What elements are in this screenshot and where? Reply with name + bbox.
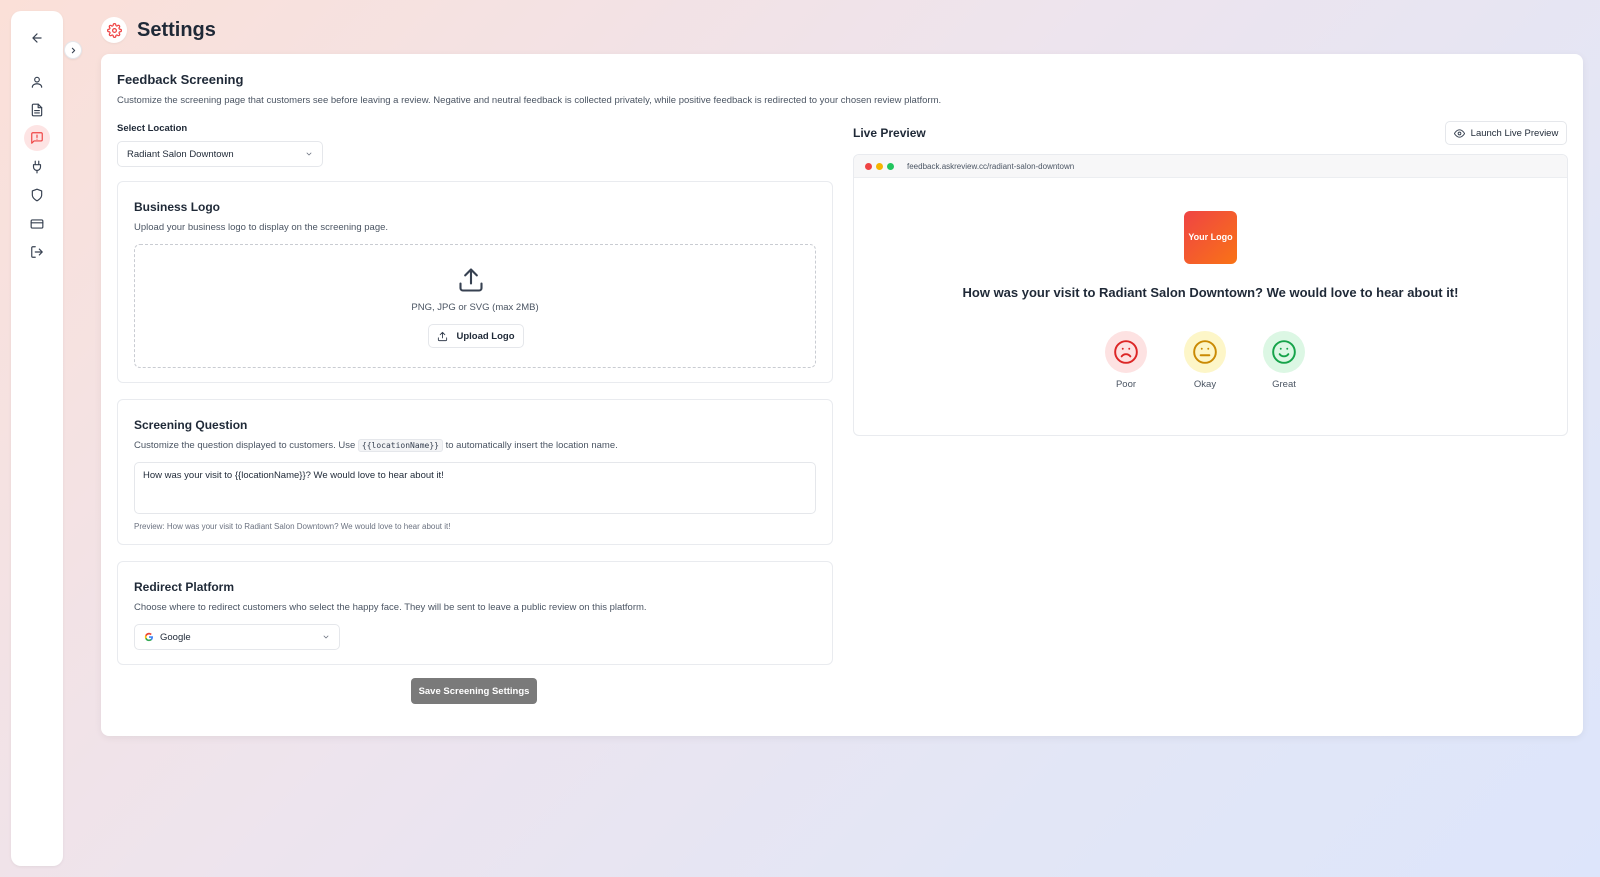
launch-live-preview-label: Launch Live Preview: [1470, 127, 1559, 139]
expand-sidebar-button[interactable]: [64, 41, 82, 59]
location-label: Select Location: [117, 123, 188, 134]
logout-icon: [31, 246, 43, 258]
save-screening-settings-button[interactable]: Save Screening Settings: [411, 678, 537, 704]
sidebar-item-feedback[interactable]: [24, 125, 50, 151]
frown-face-icon: [1114, 340, 1138, 364]
location-name-token: {{locationName}}: [357, 439, 443, 452]
great-label: Great: [1272, 379, 1296, 390]
redirect-platform-panel: Redirect Platform Choose where to redire…: [117, 561, 833, 665]
window-maximize-dot: [887, 162, 894, 170]
business-logo-description: Upload your business logo to display on …: [134, 222, 389, 233]
preview-question: How was your visit to Radiant Salon Down…: [962, 285, 1459, 300]
upload-logo-button[interactable]: Upload Logo: [428, 324, 524, 348]
document-icon: [31, 103, 43, 117]
sidebar-item-profile[interactable]: [24, 69, 50, 95]
poor-option[interactable]: [1105, 331, 1147, 373]
location-select-value: Radiant Salon Downtown: [127, 148, 234, 160]
page-header: Settings: [101, 16, 216, 44]
description-suffix: to automatically insert the location nam…: [445, 440, 618, 451]
great-option[interactable]: [1263, 331, 1305, 373]
credit-card-icon: [30, 219, 44, 229]
platform-select-value: Google: [160, 631, 191, 643]
shield-icon: [31, 188, 43, 202]
sidebar-item-billing[interactable]: [24, 211, 50, 237]
screening-question-panel: Screening Question Customize the questio…: [117, 399, 833, 545]
smile-face-icon: [1272, 340, 1296, 364]
location-select[interactable]: Radiant Salon Downtown: [117, 141, 323, 167]
logo-formats-text: PNG, JPG or SVG (max 2MB): [411, 302, 539, 313]
okay-label: Okay: [1193, 379, 1217, 390]
redirect-platform-title: Redirect Platform: [134, 580, 235, 594]
sidebar-item-logout[interactable]: [24, 239, 50, 265]
redirect-platform-description: Choose where to redirect customers who s…: [134, 602, 647, 613]
neutral-face-icon: [1193, 340, 1217, 364]
sidebar-item-documents[interactable]: [24, 97, 50, 123]
plug-icon: [32, 160, 42, 174]
window-close-dot: [865, 162, 872, 170]
upload-logo-label: Upload Logo: [456, 330, 515, 342]
header-icon: [101, 17, 127, 43]
window-minimize-dot: [876, 162, 883, 170]
message-alert-icon: [31, 132, 43, 144]
back-button[interactable]: [24, 25, 50, 51]
chevron-down-icon: [323, 635, 329, 639]
gear-icon: [106, 22, 122, 38]
arrow-left-icon: [32, 33, 42, 43]
screening-question-input[interactable]: [134, 462, 816, 514]
screening-question-description: Customize the question displayed to cust…: [134, 439, 618, 452]
screening-settings-card: Feedback Screening Customize the screeni…: [101, 54, 1583, 736]
sidebar-item-integrations[interactable]: [24, 154, 50, 180]
preview-browser-frame: feedback.askreview.cc/radiant-salon-down…: [853, 154, 1568, 436]
launch-live-preview-button[interactable]: Launch Live Preview: [1445, 121, 1567, 145]
eye-icon: [1453, 128, 1465, 138]
chevron-right-icon: [71, 47, 75, 53]
screening-question-title: Screening Question: [134, 418, 248, 432]
business-logo-panel: Business Logo Upload your business logo …: [117, 181, 833, 383]
live-preview-title: Live Preview: [853, 126, 926, 140]
preview-url: feedback.askreview.cc/radiant-salon-down…: [907, 161, 1075, 171]
upload-icon: [438, 331, 448, 341]
upload-icon: [459, 268, 483, 292]
platform-select[interactable]: Google: [134, 624, 340, 650]
business-logo-title: Business Logo: [134, 200, 221, 214]
okay-option[interactable]: [1184, 331, 1226, 373]
user-icon: [31, 76, 43, 88]
sidebar: [11, 11, 82, 866]
logo-dropzone[interactable]: PNG, JPG or SVG (max 2MB) Upload Logo: [134, 244, 816, 368]
sidebar-item-security[interactable]: [24, 182, 50, 208]
browser-bar: feedback.askreview.cc/radiant-salon-down…: [854, 155, 1567, 178]
poor-label: Poor: [1115, 379, 1137, 390]
chevron-down-icon: [306, 152, 312, 156]
section-description: Customize the screening page that custom…: [117, 95, 942, 106]
section-title: Feedback Screening: [117, 72, 244, 87]
page-title: Settings: [137, 18, 216, 41]
logo-placeholder: Your Logo: [1184, 211, 1237, 264]
description-prefix: Customize the question displayed to cust…: [134, 440, 356, 451]
question-preview-text: Preview: How was your visit to Radiant S…: [134, 522, 451, 531]
google-icon: [144, 632, 153, 642]
